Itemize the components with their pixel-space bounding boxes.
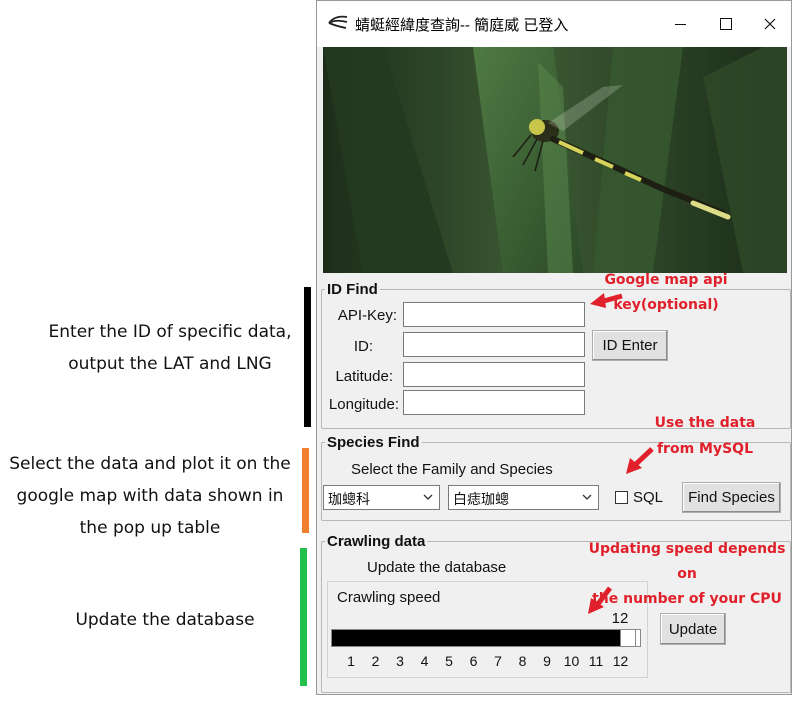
title-bar: 蜻蜓經緯度查詢-- 簡庭威 已登入: [317, 1, 791, 47]
speed-callout: Updating speed depends on the number of …: [584, 537, 790, 612]
id-label: ID:: [353, 338, 373, 355]
speed-tick-label: 4: [420, 653, 429, 669]
window-title: 蜻蜓經緯度查詢-- 簡庭威 已登入: [355, 17, 569, 34]
speed-tick-label: 12: [612, 653, 629, 669]
crawling-speed-fill: [332, 630, 620, 646]
minimize-button[interactable]: [657, 1, 703, 47]
crawl-note: Update the database: [75, 610, 255, 630]
close-button[interactable]: [747, 1, 793, 47]
crawling-legend: Crawling data: [325, 533, 428, 550]
speed-tick-label: 2: [371, 653, 380, 669]
sql-checkbox[interactable]: [615, 491, 628, 504]
species-select-value: 白痣珈蟌: [453, 491, 509, 507]
species-find-note: Select the data and plot it on the googl…: [0, 448, 300, 544]
latitude-label: Latitude:: [335, 368, 393, 385]
speed-tick-label: 7: [494, 653, 502, 669]
speed-tick-label: 1: [347, 653, 355, 669]
api-key-arrow-icon: [590, 293, 623, 308]
chevron-down-icon: [423, 494, 433, 500]
sql-callout-line-2: from MySQL: [656, 441, 754, 457]
speed-tick-label: 3: [396, 653, 404, 669]
chevron-down-icon: [582, 494, 592, 500]
speed-tick-label: 8: [518, 653, 527, 669]
maximize-icon: [720, 18, 732, 30]
sql-arrow-icon: [626, 447, 654, 474]
api-key-label: API-Key:: [337, 307, 397, 324]
species-find-legend: Species Find: [325, 434, 422, 451]
id-find-note-line-1: Enter the ID of specific data,: [48, 322, 292, 342]
id-find-note-line-2: output the LAT and LNG: [68, 354, 272, 374]
sql-callout-line-1: Use the data: [654, 415, 756, 431]
family-select[interactable]: 珈蟌科: [323, 485, 440, 510]
crawling-instruction: Update the database: [367, 559, 507, 576]
crawling-speed-thumb[interactable]: [620, 629, 636, 647]
update-button[interactable]: Update: [660, 613, 726, 645]
sql-label: SQL: [633, 489, 664, 506]
id-find-marker-bar: [304, 287, 311, 427]
speed-tick-label: 11: [588, 653, 604, 669]
close-icon: [764, 18, 776, 30]
latitude-input[interactable]: [403, 362, 585, 387]
longitude-label: Longitude:: [328, 396, 399, 413]
crawling-speed-track[interactable]: [331, 629, 641, 647]
minimize-icon: [674, 23, 686, 25]
longitude-input[interactable]: [403, 390, 585, 415]
speed-tick-label: 9: [543, 653, 551, 669]
dragonfly-icon: [328, 15, 348, 29]
species-find-note-line-1: Select the data and plot it on the: [9, 454, 291, 474]
maximize-button[interactable]: [703, 1, 749, 47]
family-select-value: 珈蟌科: [328, 491, 370, 507]
id-find-note: Enter the ID of specific data, output th…: [40, 316, 300, 380]
species-select[interactable]: 白痣珈蟌: [448, 485, 599, 510]
speed-callout-line-1: Updating speed depends on: [588, 541, 786, 582]
speed-arrow-icon: [588, 586, 612, 614]
species-find-note-line-3: the pop up table: [79, 518, 221, 538]
crawl-marker-bar: [300, 548, 307, 686]
id-find-legend: ID Find: [325, 281, 380, 298]
species-find-marker-bar: [302, 448, 309, 533]
find-species-button[interactable]: Find Species: [682, 482, 781, 513]
species-instruction: Select the Family and Species: [351, 461, 553, 478]
crawling-speed-label: Crawling speed: [337, 589, 441, 606]
speed-callout-line-2: the number of your CPU: [592, 591, 782, 607]
sql-callout: Use the data from MySQL: [640, 410, 770, 462]
api-key-input[interactable]: [403, 302, 585, 327]
speed-tick-label: 10: [563, 653, 580, 669]
speed-tick-label: 5: [445, 653, 453, 669]
id-enter-button[interactable]: ID Enter: [592, 330, 668, 361]
species-find-note-line-2: google map with data shown in: [16, 486, 284, 506]
speed-tick-label: 6: [469, 653, 478, 669]
id-input[interactable]: [403, 332, 585, 357]
dragonfly-photo: [323, 47, 787, 273]
